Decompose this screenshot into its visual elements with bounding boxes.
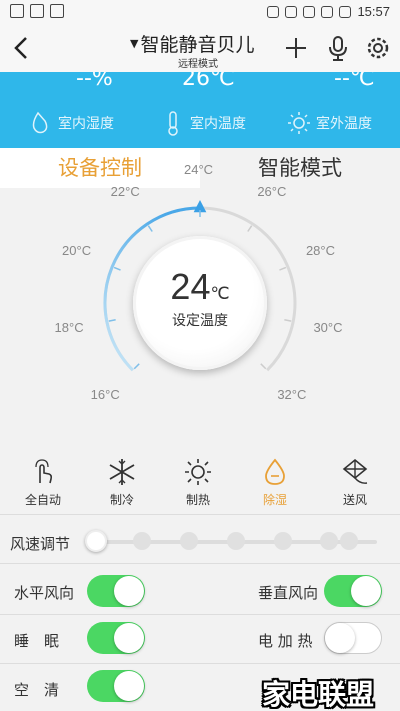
- sun-icon: [185, 459, 211, 485]
- toggle-knob: [114, 623, 144, 653]
- snowflake-icon: [109, 459, 135, 485]
- purify-label: 空 清: [14, 681, 60, 699]
- electric-heat-label: 电 加 热: [258, 632, 313, 650]
- fan-kite-icon: [342, 458, 368, 484]
- dial-tick: [279, 266, 287, 271]
- outdoor-temp-value: --℃: [334, 72, 375, 91]
- bluetooth-icon: [267, 5, 280, 18]
- fan-speed-step[interactable]: [133, 532, 151, 550]
- outdoor-temp-label: 室外温度: [316, 116, 372, 132]
- mute-icon: [285, 5, 298, 18]
- mode-auto[interactable]: 全自动: [8, 455, 78, 508]
- dial-tick: [260, 363, 267, 370]
- mode-dehumidify-label: 除湿: [262, 493, 287, 507]
- touch-hand-icon: [35, 459, 53, 484]
- mode-cool-label: 制冷: [109, 493, 134, 507]
- dial-tick: [147, 225, 153, 232]
- dial-tick: [284, 319, 292, 322]
- dial-tick-label: 30°C: [313, 319, 343, 335]
- microphone-icon[interactable]: [324, 34, 352, 62]
- toggle-knob: [351, 576, 381, 606]
- status-bar: 15:57: [0, 0, 400, 24]
- mode-fan-label: 送风: [342, 493, 367, 507]
- purify-toggle[interactable]: [87, 670, 145, 702]
- fan-speed-handle[interactable]: [85, 530, 107, 552]
- toggle-knob: [114, 671, 144, 701]
- divider: [0, 614, 400, 615]
- system-icons: 15:57: [267, 4, 390, 19]
- back-icon[interactable]: [8, 33, 36, 63]
- tab-device-control[interactable]: 设备控制: [0, 148, 200, 188]
- dial-tick: [247, 225, 253, 232]
- mode-fan[interactable]: 送风: [320, 455, 390, 508]
- sleep-toggle[interactable]: [87, 622, 145, 654]
- vertical-swing-label: 垂直风向: [258, 584, 319, 602]
- set-temperature-label: 设定温度: [172, 313, 228, 329]
- indoor-temp-value: 26℃: [182, 72, 235, 91]
- notification-icons: [10, 4, 64, 18]
- clock: 15:57: [357, 4, 390, 19]
- horizontal-swing-label: 水平风向: [14, 584, 75, 602]
- mode-subtitle: 远程模式: [178, 59, 218, 70]
- fan-speed-step[interactable]: [320, 532, 338, 550]
- mode-dehumidify[interactable]: 除湿: [240, 455, 310, 508]
- horizontal-swing-toggle[interactable]: [87, 575, 145, 607]
- dial-tick-label: 28°C: [305, 243, 335, 259]
- dial-tick: [108, 319, 116, 322]
- dial-tick: [133, 363, 140, 370]
- wifi-icon: [303, 5, 316, 18]
- dial-tick-label: 26°C: [257, 184, 287, 200]
- current-temperature: 24℃: [170, 266, 230, 307]
- mode-selector: 全自动 制冷 制热 除湿 送风: [0, 455, 400, 515]
- mode-heat[interactable]: 制热: [163, 455, 233, 508]
- electric-heat-toggle[interactable]: [324, 622, 382, 654]
- vertical-swing-toggle[interactable]: [324, 575, 382, 607]
- plus-icon[interactable]: [282, 34, 310, 62]
- toggle-knob: [325, 623, 355, 653]
- fan-speed-step[interactable]: [340, 532, 358, 550]
- fan-speed-step[interactable]: [274, 532, 292, 550]
- device-title[interactable]: ▼ 智能静音贝儿: [130, 30, 280, 57]
- dial-tick-label: 32°C: [277, 387, 307, 403]
- dial-tick: [113, 266, 121, 271]
- image-icon: [30, 4, 44, 18]
- fan-speed-step[interactable]: [180, 532, 198, 550]
- humidity-label-group: 室内湿度: [30, 110, 114, 136]
- dial-tick-label: 16°C: [90, 387, 120, 403]
- dial-tick-label: 20°C: [62, 243, 92, 259]
- temperature-knob[interactable]: 24℃ 设定温度: [133, 236, 267, 370]
- dropdown-triangle-icon: ▼: [130, 37, 139, 50]
- gear-icon[interactable]: [364, 34, 392, 62]
- dial-tick-label: 18°C: [54, 319, 84, 335]
- tab-smart-mode[interactable]: 智能模式: [200, 148, 400, 188]
- divider: [0, 663, 400, 664]
- watermark: 家电联盟: [262, 678, 375, 711]
- header: ▼ 智能静音贝儿 远程模式: [0, 24, 400, 72]
- humidity-icon: [32, 111, 48, 134]
- divider: [0, 563, 400, 564]
- mode-heat-label: 制热: [185, 493, 210, 507]
- outdoor-temp-label-group: 室外温度: [288, 110, 372, 136]
- fan-speed-label: 风速调节: [10, 535, 71, 553]
- dial-tick-label: 22°C: [110, 184, 140, 200]
- sun-icon: [288, 112, 310, 134]
- notification-icon: [10, 4, 24, 18]
- droplet-icon: [265, 458, 285, 485]
- mode-cool[interactable]: 制冷: [87, 455, 157, 508]
- indoor-temp-label: 室内温度: [190, 116, 246, 132]
- humidity-value: --%: [76, 72, 113, 91]
- indoor-temp-label-group: 室内温度: [162, 110, 246, 136]
- calendar-icon: [50, 4, 64, 18]
- mode-auto-label: 全自动: [24, 493, 61, 507]
- page-title: 智能静音贝儿: [140, 34, 255, 56]
- sleep-label: 睡 眠: [14, 632, 60, 650]
- sensor-banner: --% 26℃ --℃ 室内湿度 室内温度 室外温度: [0, 72, 400, 148]
- thermometer-icon: [168, 111, 178, 136]
- signal-icon: [321, 5, 334, 18]
- dial-tick-label: 24°C: [184, 162, 214, 177]
- humidity-label: 室内湿度: [58, 116, 114, 132]
- fan-speed-step[interactable]: [227, 532, 245, 550]
- battery-icon: [339, 5, 352, 18]
- toggle-knob: [114, 576, 144, 606]
